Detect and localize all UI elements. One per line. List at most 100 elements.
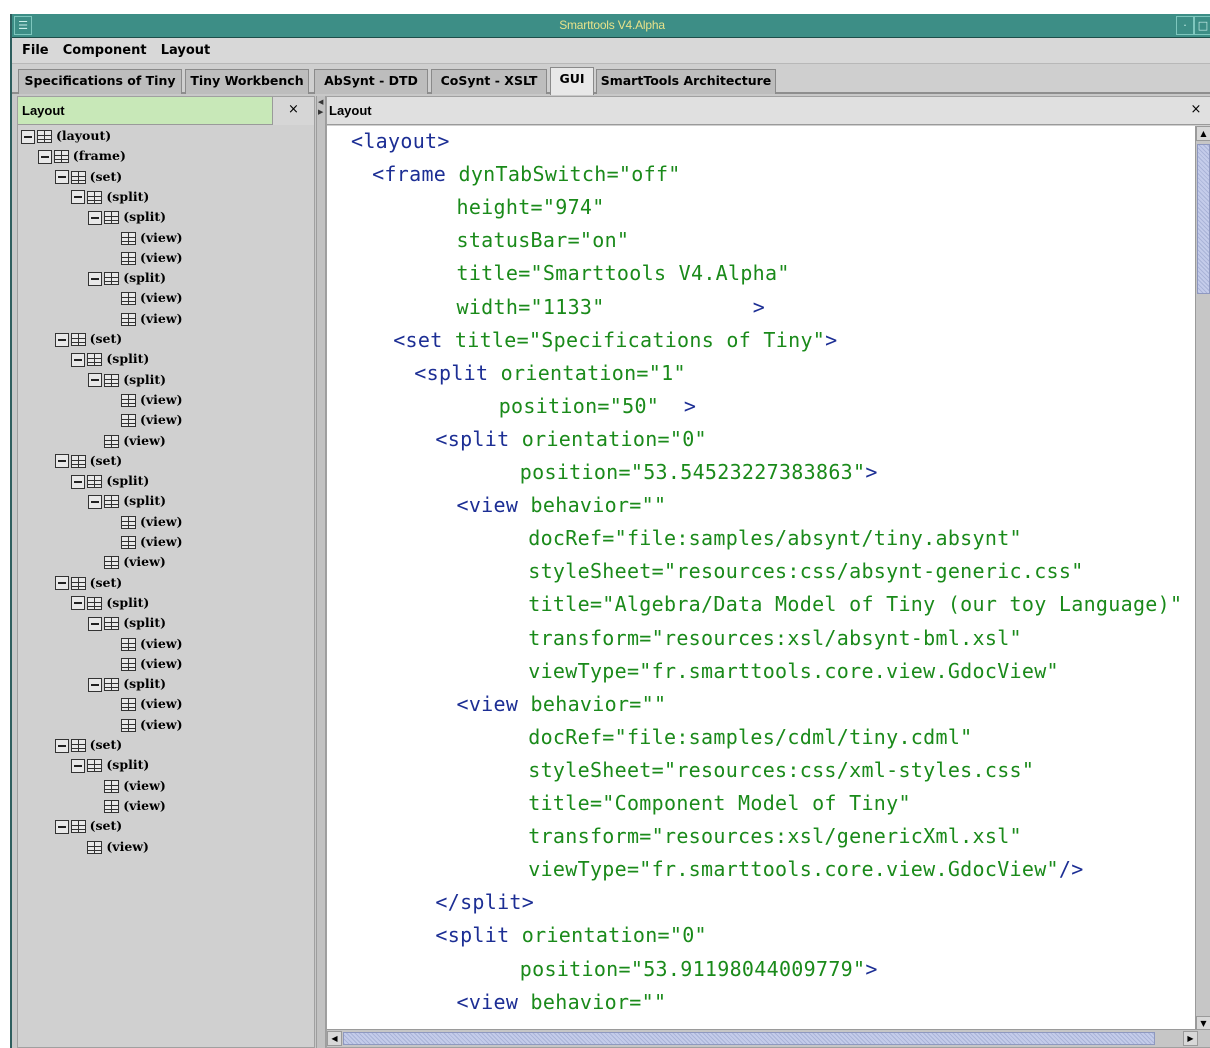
code-attributes: transform="resources:xsl/genericXml.xsl" (528, 824, 1022, 849)
tree-node[interactable]: (split) (88, 268, 166, 288)
collapse-icon[interactable] (88, 373, 103, 388)
tree-node-label: (view) (140, 716, 183, 732)
tree-node[interactable]: (split) (71, 349, 149, 369)
tree-node-label: (view) (140, 249, 183, 265)
collapse-left-icon[interactable]: ◀ (318, 98, 323, 106)
minimize-icon[interactable]: · (1176, 16, 1194, 35)
collapse-icon[interactable] (54, 454, 69, 469)
tree-node[interactable]: (split) (71, 593, 149, 613)
tree-node[interactable]: (split) (88, 674, 166, 694)
table-node-icon (70, 576, 86, 590)
collapse-icon[interactable] (88, 494, 103, 509)
tree-node-label: (split) (123, 371, 167, 387)
menu-file[interactable]: File (22, 43, 49, 58)
collapse-icon[interactable] (37, 149, 52, 164)
tree-node[interactable]: (view) (104, 796, 166, 816)
collapse-icon[interactable] (71, 474, 86, 489)
tree-node[interactable]: (set) (54, 816, 122, 836)
collapse-icon[interactable] (54, 738, 69, 753)
tree-node[interactable]: (view) (121, 410, 183, 430)
code-tag-close: > (683, 393, 697, 418)
tree-node[interactable]: (view) (121, 654, 183, 674)
collapse-icon[interactable] (71, 596, 86, 611)
tree-node[interactable]: (split) (71, 187, 149, 207)
close-icon[interactable]: × (1181, 97, 1210, 125)
tree-node[interactable]: (view) (104, 776, 166, 796)
table-node-icon (53, 150, 69, 164)
tree-node-label: (view) (140, 290, 183, 306)
collapse-icon[interactable] (88, 616, 103, 631)
tree-node[interactable]: (split) (88, 207, 166, 227)
tree-node[interactable]: (split) (88, 613, 166, 633)
tree-node[interactable]: (view) (121, 390, 183, 410)
scroll-up-icon[interactable]: ▲ (1196, 126, 1210, 141)
tree-node[interactable]: (view) (121, 512, 183, 532)
menu-layout[interactable]: Layout (161, 43, 211, 58)
table-node-icon (104, 678, 120, 692)
tree-node[interactable]: (set) (54, 451, 123, 471)
tree-node[interactable]: (view) (121, 248, 183, 268)
maximize-icon[interactable]: □ (1194, 16, 1210, 35)
tree-node[interactable]: (view) (104, 431, 166, 451)
tree-node[interactable]: (split) (88, 370, 166, 390)
collapse-icon[interactable] (21, 129, 35, 144)
vertical-scroll-thumb[interactable] (1197, 144, 1210, 294)
scroll-right-icon[interactable]: ▶ (1183, 1031, 1198, 1046)
collapse-icon[interactable] (54, 576, 69, 591)
tree-node[interactable]: (view) (121, 532, 183, 552)
collapse-icon[interactable] (54, 819, 69, 834)
collapse-icon[interactable] (54, 170, 69, 185)
tree-node[interactable]: (set) (54, 573, 122, 593)
tree-node[interactable]: (set) (54, 329, 122, 349)
tree-node[interactable]: (view) (121, 634, 183, 654)
scroll-left-icon[interactable]: ◀ (327, 1031, 342, 1046)
close-icon[interactable]: × (272, 97, 314, 125)
tree-node[interactable]: (split) (88, 491, 166, 511)
tree-node[interactable]: (view) (104, 552, 166, 572)
code-attributes: position="53.54523227383863" (519, 460, 866, 484)
tree-node[interactable]: (view) (87, 837, 149, 857)
tree-node[interactable]: (frame) (37, 146, 126, 166)
horizontal-scrollbar[interactable]: ◀ ▶ (327, 1029, 1210, 1047)
tab-gui[interactable]: GUI (550, 67, 594, 95)
code-tag: <split (414, 360, 489, 385)
xml-editor[interactable]: <layout> <frame dynTabSwitch="off" height=… (327, 126, 1197, 1031)
code-tag-close: > (752, 294, 766, 319)
code-attributes: docRef="file:samples/cdml/tiny.cdml" (528, 724, 973, 749)
collapse-icon[interactable] (88, 271, 103, 286)
tree-node[interactable]: (view) (121, 309, 183, 329)
code-line: <split orientation="0" (435, 424, 707, 454)
tree-node[interactable]: (view) (121, 288, 183, 308)
tab-cosynt-xslt[interactable]: CoSynt - XSLT (431, 69, 547, 94)
collapse-icon[interactable] (71, 190, 86, 205)
collapse-icon[interactable] (54, 332, 69, 347)
tab-absynt-dtd[interactable]: AbSynt - DTD (314, 69, 428, 94)
split-divider[interactable]: ◀ ▶ (316, 96, 326, 1048)
tree-node-label: (set) (89, 452, 123, 468)
code-attributes: viewType="fr.smarttools.core.view.GdocVi… (528, 857, 1059, 882)
tree-node[interactable]: (view) (121, 228, 183, 248)
code-line: statusBar="on" (457, 225, 630, 255)
tab-specifications-of-tiny[interactable]: Specifications of Tiny (18, 69, 182, 94)
vertical-scrollbar[interactable]: ▲ ▼ (1195, 126, 1210, 1031)
tree-node[interactable]: (set) (54, 167, 122, 187)
table-node-icon (121, 393, 136, 407)
tree-node[interactable]: (layout) (21, 126, 111, 146)
code-attributes: behavior="" (518, 989, 667, 1014)
collapse-icon[interactable] (71, 352, 86, 367)
tab-tiny-workbench[interactable]: Tiny Workbench (185, 69, 309, 94)
menu-component[interactable]: Component (63, 43, 147, 58)
collapse-icon[interactable] (88, 210, 103, 225)
tree-node[interactable]: (split) (71, 755, 149, 775)
collapse-right-icon[interactable]: ▶ (318, 108, 323, 116)
collapse-icon[interactable] (71, 758, 86, 773)
tab-smarttools-architecture[interactable]: SmartTools Architecture (596, 69, 776, 94)
tree-node[interactable]: (split) (71, 471, 149, 491)
title-bar[interactable]: ☰ Smarttools V4.Alpha · □ (12, 14, 1210, 38)
tree-node[interactable]: (set) (54, 735, 122, 755)
collapse-icon[interactable] (88, 677, 103, 692)
code-line: docRef="file:samples/absynt/tiny.absynt" (528, 523, 1022, 553)
horizontal-scroll-thumb[interactable] (343, 1032, 1155, 1045)
tree-node[interactable]: (view) (121, 715, 183, 735)
tree-node[interactable]: (view) (121, 694, 183, 714)
